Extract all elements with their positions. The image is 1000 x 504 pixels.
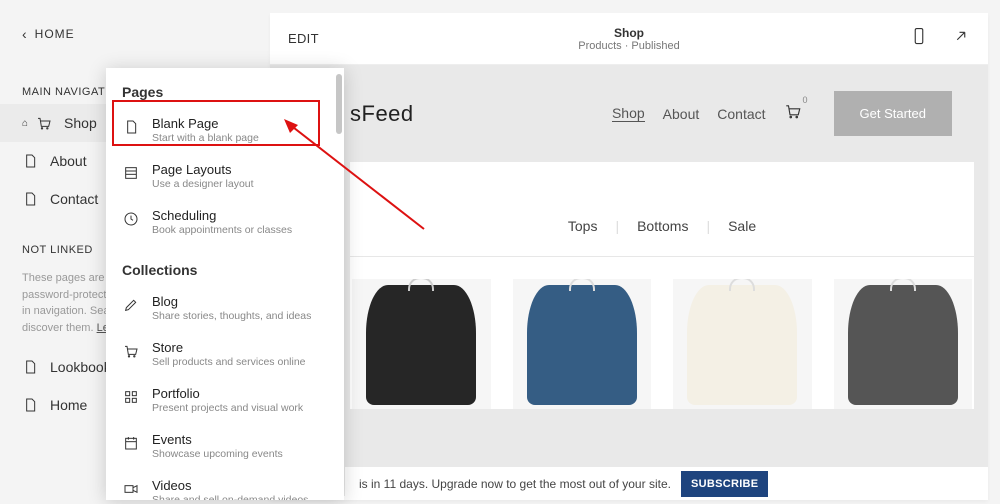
popup-item-title: Portfolio [152,386,303,401]
popup-item-events[interactable]: EventsShowcase upcoming events [106,424,344,470]
product-card[interactable] [673,279,812,409]
subscribe-button[interactable]: SUBSCRIBE [681,471,769,497]
preview-page-subtitle: Products · Published [578,40,680,52]
site-nav-about[interactable]: About [663,106,700,122]
category-tops[interactable]: Tops [568,218,598,234]
clock-icon [122,210,140,228]
category-bottoms[interactable]: Bottoms [637,218,688,234]
popup-item-videos[interactable]: VideosShare and sell on-demand videos [106,470,344,500]
home-icon: ⌂ [22,118,28,129]
popup-item-title: Videos [152,478,308,493]
calendar-icon [122,434,140,452]
video-icon [122,480,140,498]
nav-item-label: About [50,153,87,169]
edit-button[interactable]: EDIT [288,31,319,46]
nav-item-label: Lookbook [50,359,111,375]
page-icon [122,118,140,136]
site-nav-contact[interactable]: Contact [717,106,765,122]
chevron-left-icon: ‹ [22,26,28,42]
page-icon [22,397,38,413]
product-grid [350,271,974,409]
pencil-icon [122,296,140,314]
popup-item-sub: Sell products and services online [152,356,306,368]
back-home-label: HOME [35,27,75,41]
product-card[interactable] [513,279,652,409]
popup-item-title: Blog [152,294,311,309]
product-card[interactable] [352,279,491,409]
back-home-link[interactable]: ‹ HOME [0,0,260,60]
popup-section-pages: Pages [106,68,344,108]
site-canvas: sFeed Shop About Contact 0 Get Started T… [270,65,988,496]
grid-icon [122,388,140,406]
popup-item-sub: Start with a blank page [152,132,259,144]
popup-scrollbar[interactable] [336,74,342,134]
cart-icon [36,115,52,131]
product-card[interactable] [834,279,973,409]
popup-item-sub: Share and sell on-demand videos [152,494,308,500]
popup-item-title: Store [152,340,306,355]
cart-icon [122,342,140,360]
site-header: sFeed Shop About Contact 0 Get Started [270,65,988,162]
popup-item-sub: Share stories, thoughts, and ideas [152,310,311,322]
popup-item-store[interactable]: StoreSell products and services online [106,332,344,378]
nav-item-label: Shop [64,115,97,131]
nav-item-label: Home [50,397,87,413]
brand-logo[interactable]: sFeed [350,101,414,127]
preview-topbar: EDIT Shop Products · Published [270,13,988,65]
popup-item-sub: Use a designer layout [152,178,254,190]
popup-item-sub: Showcase upcoming events [152,448,283,460]
popup-item-blank-page[interactable]: Blank PageStart with a blank page [106,108,344,154]
mobile-preview-icon[interactable] [910,27,928,50]
popup-item-blog[interactable]: BlogShare stories, thoughts, and ideas [106,286,344,332]
new-page-popup: Pages Blank PageStart with a blank page … [106,68,344,500]
popup-section-collections: Collections [106,246,344,286]
cart-icon[interactable]: 0 [784,102,802,125]
popup-item-title: Scheduling [152,208,292,223]
site-nav-shop[interactable]: Shop [612,105,645,122]
page-icon [22,359,38,375]
layouts-icon [122,164,140,182]
site-body: Tops | Bottoms | Sale [350,162,974,409]
cart-count: 0 [803,95,808,105]
expand-icon[interactable] [952,27,970,50]
popup-item-sub: Present projects and visual work [152,402,303,414]
get-started-button[interactable]: Get Started [834,91,952,136]
site-preview-panel: EDIT Shop Products · Published sFeed Sho… [270,13,988,500]
popup-item-title: Events [152,432,283,447]
category-row: Tops | Bottoms | Sale [350,172,974,256]
preview-title-block: Shop Products · Published [578,26,680,52]
popup-item-title: Page Layouts [152,162,254,177]
popup-item-scheduling[interactable]: SchedulingBook appointments or classes [106,200,344,246]
popup-item-sub: Book appointments or classes [152,224,292,236]
popup-item-portfolio[interactable]: PortfolioPresent projects and visual wor… [106,378,344,424]
upgrade-banner: is in 11 days. Upgrade now to get the mo… [345,466,988,500]
divider [350,256,974,257]
page-icon [22,153,38,169]
nav-item-label: Contact [50,191,98,207]
page-icon [22,191,38,207]
popup-item-page-layouts[interactable]: Page LayoutsUse a designer layout [106,154,344,200]
preview-page-title: Shop [578,26,680,40]
popup-item-title: Blank Page [152,116,259,131]
banner-text: is in 11 days. Upgrade now to get the mo… [359,477,671,491]
category-sale[interactable]: Sale [728,218,756,234]
